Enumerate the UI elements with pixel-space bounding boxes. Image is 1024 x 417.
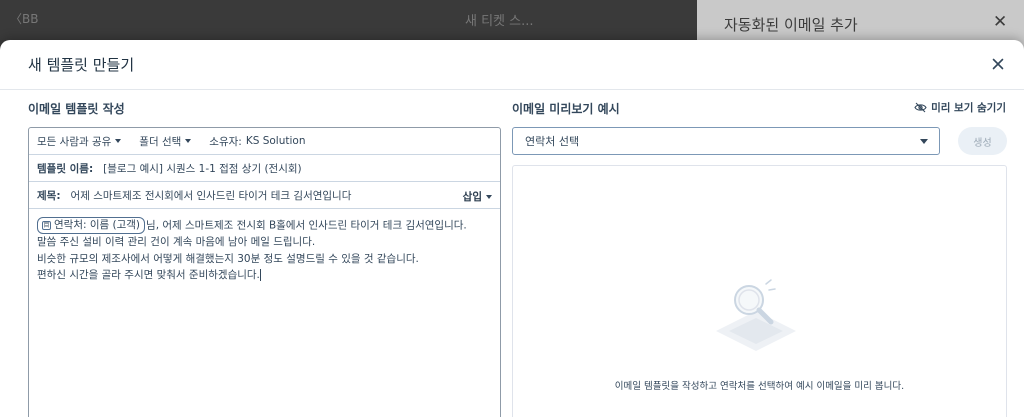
body-line-4-wrap: 편하신 시간을 골라 주시면 맞춰서 준비하겠습니다.	[37, 267, 486, 284]
share-label: 모든 사람과 공유	[37, 135, 112, 148]
hide-preview-button[interactable]: 미리 보기 숨기기	[914, 100, 1006, 115]
preview-area: 이메일 템플릿을 작성하고 연락처를 선택하여 예시 이메일을 미리 봅니다.	[512, 165, 1007, 417]
text-cursor	[259, 269, 261, 281]
editor-toolbar: 모든 사람과 공유 폴더 선택 소유자: KS Solution	[29, 128, 500, 155]
empty-state-text: 이메일 템플릿을 작성하고 연락처를 선택하여 예시 이메일을 미리 봅니다.	[614, 381, 905, 392]
folder-dropdown[interactable]: 폴더 선택	[139, 134, 192, 149]
template-name-input[interactable]: [블로그 예시] 시퀀스 1-1 접점 상기 (전시회)	[103, 161, 301, 176]
magnifier-empty-state-icon	[716, 279, 796, 351]
caret-down-icon	[185, 139, 192, 143]
eye-slash-icon	[914, 102, 927, 113]
owner-info: 소유자: KS Solution	[209, 134, 305, 149]
create-template-modal: 새 템플릿 만들기 이메일 템플릿 작성 모든 사람과 공유 폴더 선택 소유자…	[0, 40, 1024, 417]
side-panel-title: 자동화된 이메일 추가	[724, 16, 858, 34]
modal-header: 새 템플릿 만들기	[0, 40, 1024, 90]
caret-down-icon	[486, 194, 492, 199]
preview-title: 이메일 미리보기 예시	[512, 102, 620, 116]
editor-title: 이메일 템플릿 작성	[28, 102, 125, 116]
background-title: 새 티켓 스...	[465, 14, 534, 29]
owner-label: 소유자:	[209, 135, 242, 148]
body-line-1-text: 님, 어제 스마트제조 전시회 B홀에서 인사드린 타이거 테크 김서연입니다.	[146, 219, 467, 232]
template-name-label: 템플릿 이름:	[37, 162, 94, 175]
template-name-row[interactable]: 템플릿 이름: [블로그 예시] 시퀀스 1-1 접점 상기 (전시회)	[29, 155, 500, 182]
generate-button[interactable]: 생성	[958, 127, 1007, 155]
contact-select[interactable]: 연락처 선택	[512, 127, 940, 155]
template-editor: 모든 사람과 공유 폴더 선택 소유자: KS Solution 템플릿 이름:…	[28, 127, 501, 417]
body-line-3: 비슷한 규모의 제조사에서 어떻게 해결했는지 30분 정도 설명드릴 수 있을…	[37, 252, 419, 265]
hide-preview-label: 미리 보기 숨기기	[931, 102, 1006, 114]
subject-row[interactable]: 제목: 어제 스마트제조 전시회에서 인사드린 타이거 테크 김서연입니다 삽입	[29, 182, 500, 209]
modal-title: 새 템플릿 만들기	[28, 56, 135, 74]
subject-label: 제목:	[37, 189, 61, 202]
contact-select-value: 연락처 선택	[525, 135, 580, 148]
folder-label: 폴더 선택	[139, 135, 182, 148]
email-body-editor[interactable]: 目 연락처: 이름 (고객) 님, 어제 스마트제조 전시회 B홀에서 인사드린 타…	[29, 209, 500, 284]
side-panel-close-button[interactable]: ✕	[993, 12, 1007, 32]
insert-label: 삽입	[462, 191, 482, 203]
token-label: 연락처: 이름 (고객)	[54, 219, 141, 232]
caret-down-icon	[920, 139, 928, 144]
owner-value: KS Solution	[245, 135, 306, 147]
body-line-1: 目 연락처: 이름 (고객) 님, 어제 스마트제조 전시회 B홀에서 인사드린 타…	[37, 217, 486, 234]
contact-name-token[interactable]: 目 연락처: 이름 (고객)	[37, 217, 146, 234]
background-back-text: 〈BB	[10, 12, 39, 26]
share-dropdown[interactable]: 모든 사람과 공유	[37, 134, 122, 149]
insert-dropdown[interactable]: 삽입	[463, 189, 492, 204]
body-line-2: 말씀 주신 설비 이력 관리 건이 계속 마음에 남아 메일 드립니다.	[37, 236, 316, 248]
subject-input[interactable]: 어제 스마트제조 전시회에서 인사드린 타이거 테크 김서연입니다	[71, 188, 352, 203]
token-field-icon: 目	[42, 221, 51, 230]
close-icon[interactable]	[990, 56, 1006, 72]
body-line-4: 편하신 시간을 골라 주시면 맞춰서 준비하겠습니다.	[37, 269, 260, 281]
caret-down-icon	[115, 139, 122, 143]
